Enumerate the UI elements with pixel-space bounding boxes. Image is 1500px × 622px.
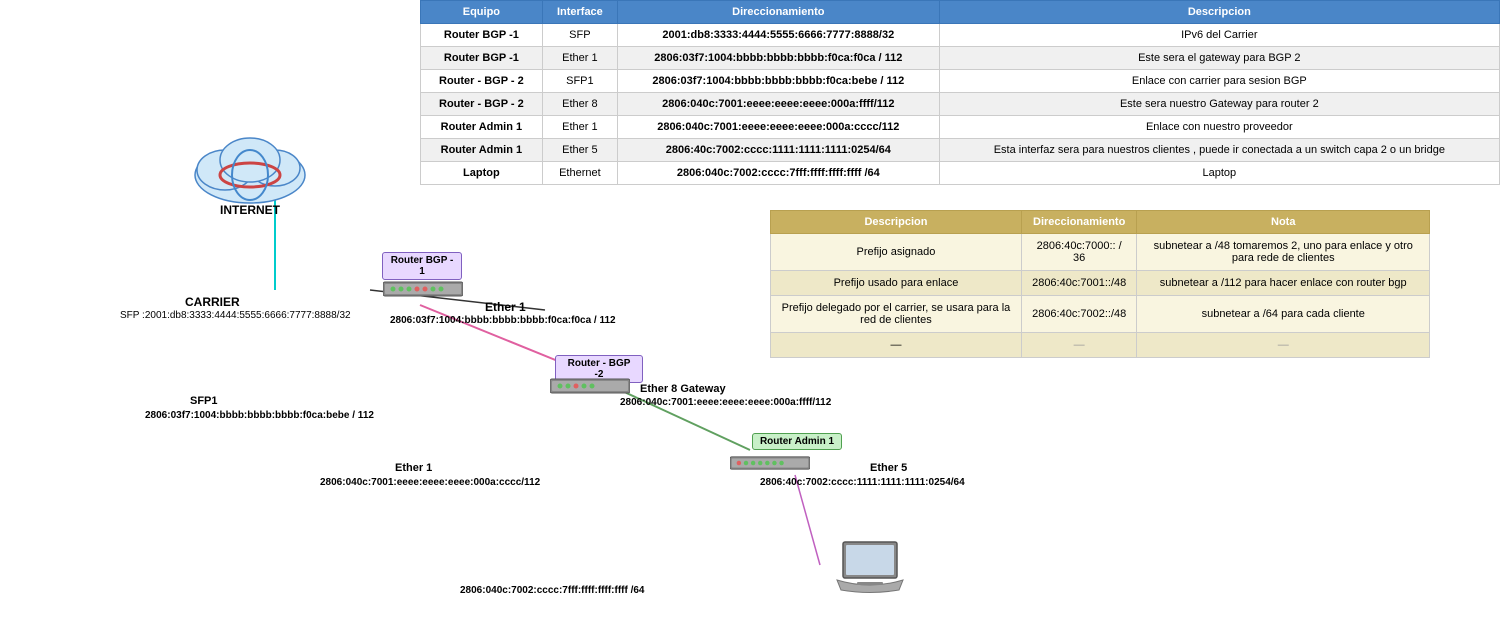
sfp1-bgp2-addr: 2806:03f7:1004:bbbb:bbbb:bbbb:f0ca:bebe … — [145, 410, 374, 421]
ether1-admin-addr: 2806:040c:7001:eeee:eeee:eeee:000a:cccc/… — [320, 477, 540, 488]
router-admin1-label: Router Admin 1 — [752, 433, 842, 450]
diagram-layer: INTERNET CARRIER SFP :2001:db8:3333:4444… — [0, 0, 1500, 622]
laptop-icon — [835, 540, 905, 598]
ether8-label: Ether 8 Gateway — [640, 383, 726, 395]
carrier-label: CARRIER — [185, 295, 240, 309]
ether1-bgp1-addr: 2806:03f7:1004:bbbb:bbbb:bbbb:f0ca:f0ca … — [390, 315, 616, 326]
internet-cloud: INTERNET — [185, 120, 315, 217]
ether1-admin-label: Ether 1 — [395, 462, 432, 474]
router-bgp1-device — [383, 278, 463, 300]
router-admin1-device — [730, 452, 810, 474]
sfp1-bgp2-label: SFP1 — [190, 395, 218, 407]
ether8-addr: 2806:040c:7001:eeee:eeee:eeee:000a:ffff/… — [620, 397, 831, 408]
router-bgp1-label: Router BGP - 1 — [382, 252, 462, 280]
router-bgp2-device — [550, 375, 630, 397]
carrier-sfp-label: SFP :2001:db8:3333:4444:5555:6666:7777:8… — [120, 310, 351, 321]
ether5-label: Ether 5 — [870, 462, 907, 474]
ether5-addr: 2806:40c:7002:cccc:1111:1111:1111:0254/6… — [760, 477, 965, 488]
ether1-bgp1-label: Ether 1 — [485, 300, 526, 314]
laptop-addr: 2806:040c:7002:cccc:7fff:ffff:ffff:ffff … — [460, 585, 645, 596]
